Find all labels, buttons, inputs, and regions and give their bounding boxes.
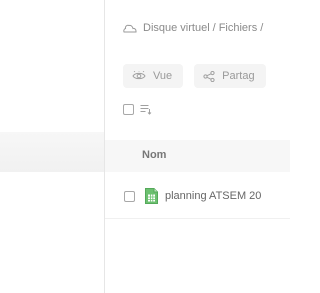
sort-list-icon[interactable] <box>140 104 152 115</box>
share-button-label: Partag <box>222 70 255 82</box>
breadcrumb-separator: / <box>212 22 216 34</box>
view-button[interactable]: Vue <box>123 64 184 88</box>
table-row[interactable]: planning ATSEM 20 <box>105 182 290 210</box>
selection-bar <box>123 104 152 115</box>
column-header-name[interactable]: Nom <box>142 149 166 161</box>
app-window: Disque virtuel / Fichiers / Vue Partag N… <box>0 0 290 293</box>
view-button-label: Vue <box>153 70 173 82</box>
row-divider <box>105 218 290 219</box>
table-header: Nom <box>105 140 290 172</box>
breadcrumb-item-files[interactable]: Fichiers / <box>219 22 264 34</box>
select-all-checkbox[interactable] <box>123 104 134 115</box>
toolbar: Vue Partag <box>123 64 277 88</box>
sidebar <box>0 0 104 293</box>
file-browser: Disque virtuel / Fichiers / Vue Partag N… <box>105 0 290 293</box>
share-button[interactable]: Partag <box>194 64 266 88</box>
cloud-icon <box>123 23 143 33</box>
spreadsheet-file-icon <box>145 188 158 204</box>
share-icon <box>203 70 222 82</box>
breadcrumb: Disque virtuel / Fichiers / <box>123 22 263 34</box>
eye-icon <box>132 71 153 81</box>
sidebar-highlight <box>0 132 104 172</box>
breadcrumb-item-virtual-disk[interactable]: Disque virtuel <box>143 22 210 34</box>
file-name[interactable]: planning ATSEM 20 <box>165 190 261 202</box>
row-checkbox[interactable] <box>124 190 135 202</box>
